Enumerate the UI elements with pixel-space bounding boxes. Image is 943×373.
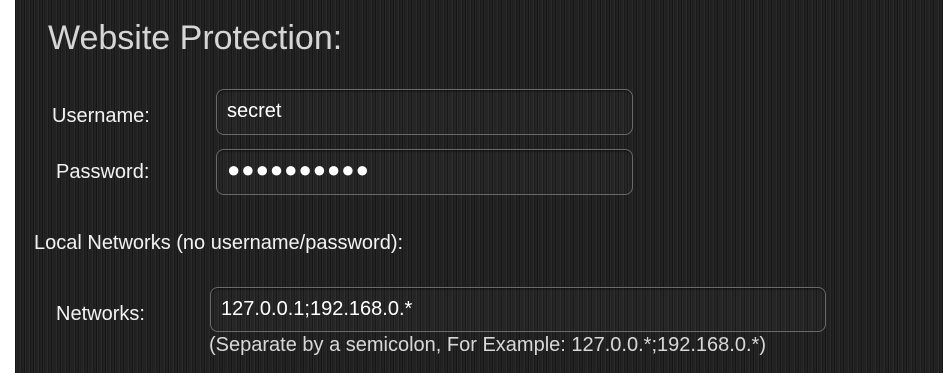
- networks-hint: (Separate by a semicolon, For Example: 1…: [209, 334, 766, 356]
- section-title: Website Protection:: [48, 19, 343, 57]
- username-label: Username:: [52, 105, 150, 127]
- password-input[interactable]: ●●●●●●●●●●: [216, 149, 633, 195]
- password-label: Password:: [56, 161, 150, 183]
- local-networks-heading: Local Networks (no username/password):: [34, 232, 404, 254]
- networks-label: Networks:: [56, 303, 145, 325]
- username-input[interactable]: secret: [216, 89, 633, 135]
- networks-input[interactable]: 127.0.0.1;192.168.0.*: [210, 287, 826, 332]
- website-protection-panel: Website Protection: Username: secret Pas…: [15, 0, 943, 373]
